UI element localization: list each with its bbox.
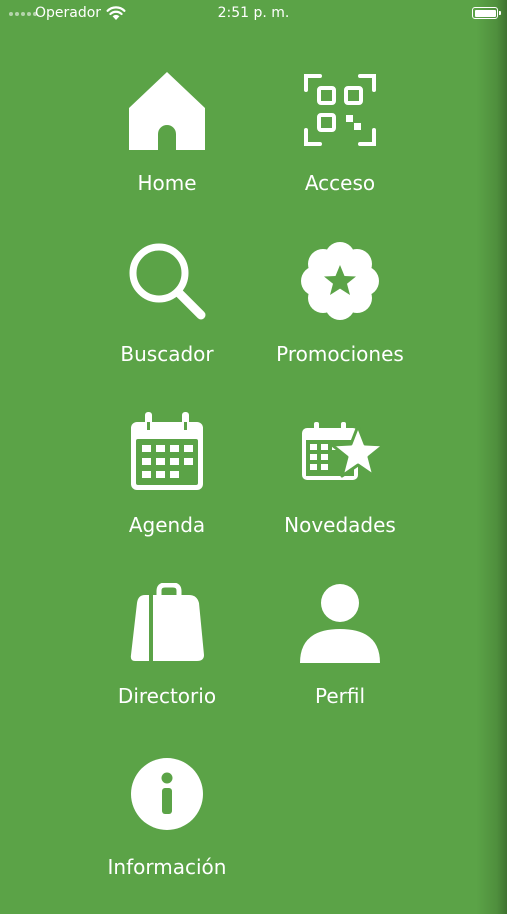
user-icon	[300, 584, 380, 663]
search-icon	[129, 243, 206, 320]
home-icon	[129, 72, 205, 150]
star-badge-icon	[301, 242, 379, 320]
menu-item-promociones[interactable]: Promociones	[255, 241, 425, 401]
menu-item-novedades[interactable]: Novedades	[255, 412, 425, 572]
qr-code-icon	[304, 74, 376, 146]
menu-item-label: Agenda	[128, 513, 206, 537]
menu-item-label: Perfil	[314, 684, 366, 708]
menu-item-label: Directorio	[117, 684, 217, 708]
menu-item-label: Novedades	[284, 513, 396, 537]
menu-item-informacion[interactable]: Información	[82, 754, 252, 914]
menu-item-agenda[interactable]: Agenda	[82, 412, 252, 572]
menu-item-home[interactable]: Home	[82, 70, 252, 230]
menu-item-directorio[interactable]: Directorio	[82, 583, 252, 743]
menu-item-label: Buscador	[120, 342, 214, 366]
menu-item-label: Información	[107, 855, 227, 879]
status-bar: Operador 2:51 p. m.	[0, 0, 507, 28]
status-time: 2:51 p. m.	[217, 5, 290, 21]
calendar-star-icon	[302, 422, 380, 480]
menu-item-acceso[interactable]: Acceso	[255, 70, 425, 230]
menu-item-perfil[interactable]: Perfil	[255, 583, 425, 743]
shopping-bag-icon	[130, 583, 204, 661]
menu-item-buscador[interactable]: Buscador	[82, 241, 252, 401]
menu-item-label: Acceso	[304, 171, 376, 195]
calendar-icon	[131, 412, 203, 490]
info-icon	[131, 758, 203, 830]
battery-icon	[472, 7, 501, 19]
menu-item-label: Promociones	[276, 342, 404, 366]
menu-item-label: Home	[137, 171, 197, 195]
